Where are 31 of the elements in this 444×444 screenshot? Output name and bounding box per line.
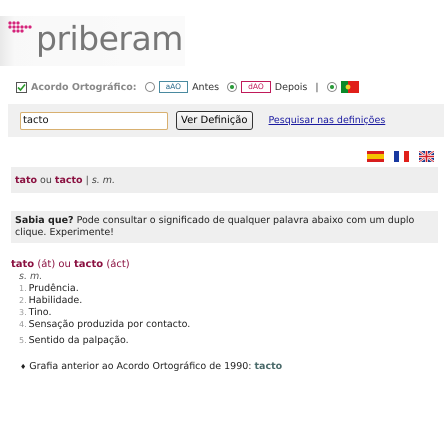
entry-header: tato ou tacto | s. m. [11, 167, 438, 193]
separator: | [315, 82, 319, 92]
sense-text: Tino. [28, 307, 52, 319]
sense-text: Habilidade. [28, 295, 82, 307]
tip-text: Sabia que? Pode consultar o significado de qualquer palavra abaixo com um duplo clique. Experimente! [15, 215, 414, 238]
sense-number: 3. [19, 307, 27, 319]
logo-text: priberam [36, 22, 183, 55]
checkbox-label: Acordo Ortográfico: [31, 82, 137, 92]
search-field[interactable]: tacto [20, 112, 168, 130]
flag-icon[interactable] [419, 151, 434, 162]
define-button[interactable]: Ver Definição [176, 111, 253, 130]
word-class: s. m. [18, 271, 44, 283]
flag-icon[interactable] [394, 151, 409, 162]
checkbox[interactable] [16, 82, 27, 92]
old-spelling: tacto [254, 361, 282, 372]
sense-number: 2. [19, 295, 27, 307]
radio-label: Antes [192, 82, 220, 92]
sense-text: Sensação produzida por contacto. [28, 319, 190, 331]
headword: tato (át) ou tacto (áct) [11, 259, 131, 271]
radio-button[interactable] [144, 82, 155, 92]
radio-button[interactable] [227, 82, 238, 92]
note-text: Grafia anterior ao Acordo Ortográfico de 1990: [29, 361, 252, 372]
sense-number: 5. [19, 335, 27, 347]
search-definitions-link[interactable]: Pesquisar nas definições [268, 115, 386, 126]
radio-button[interactable] [326, 82, 337, 92]
sense-text: Sentido da palpação. [28, 335, 129, 347]
flag-icon [340, 81, 359, 93]
radio-label: Depois [274, 82, 308, 92]
sense-text: Prudência. [28, 283, 79, 295]
sense-number: 4. [19, 319, 27, 331]
sense-number: 1. [19, 283, 27, 295]
